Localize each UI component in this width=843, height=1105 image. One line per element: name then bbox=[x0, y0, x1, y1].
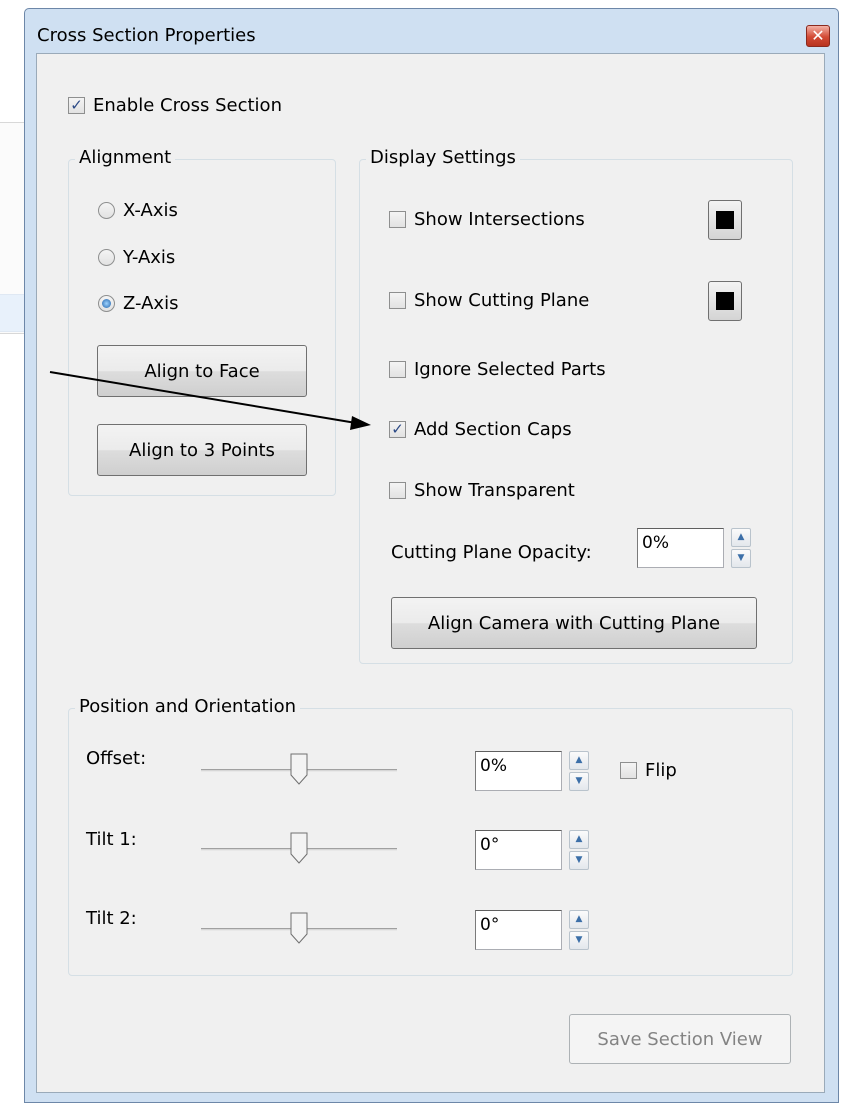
checkbox-icon bbox=[620, 762, 637, 779]
enable-cross-section-label: Enable Cross Section bbox=[93, 95, 282, 116]
align-camera-button[interactable]: Align Camera with Cutting Plane bbox=[391, 597, 757, 649]
radio-selected-icon bbox=[98, 295, 115, 312]
spin-up-icon[interactable]: ▲ bbox=[569, 830, 589, 849]
offset-input[interactable]: 0% bbox=[475, 751, 562, 791]
radio-icon bbox=[98, 202, 115, 219]
close-icon[interactable]: ✕ bbox=[806, 25, 830, 47]
cutting-plane-color-button[interactable] bbox=[708, 281, 742, 321]
save-section-view-button[interactable]: Save Section View bbox=[569, 1014, 791, 1064]
cutting-plane-opacity-input[interactable]: 0% bbox=[637, 528, 724, 568]
align-to-3-points-button[interactable]: Align to 3 Points bbox=[97, 424, 307, 476]
add-section-caps-label: Add Section Caps bbox=[414, 419, 572, 440]
show-transparent-label: Show Transparent bbox=[414, 480, 575, 501]
offset-spinner[interactable]: ▲ ▼ bbox=[569, 751, 589, 791]
position-orientation-legend: Position and Orientation bbox=[75, 696, 301, 717]
cross-section-dialog: Cross Section Properties ✕ ✓ Enable Cros… bbox=[24, 8, 839, 1103]
spin-up-icon[interactable]: ▲ bbox=[569, 910, 589, 929]
checkbox-icon bbox=[389, 292, 406, 309]
dialog-title: Cross Section Properties bbox=[37, 25, 256, 46]
cutting-plane-opacity-label: Cutting Plane Opacity: bbox=[391, 542, 592, 563]
checkbox-icon bbox=[389, 482, 406, 499]
show-cutting-plane-checkbox[interactable]: Show Cutting Plane bbox=[389, 290, 589, 311]
x-axis-label: X-Axis bbox=[123, 200, 178, 221]
x-axis-radio[interactable]: X-Axis bbox=[98, 200, 178, 221]
spin-down-icon[interactable]: ▼ bbox=[569, 772, 589, 791]
flip-label: Flip bbox=[645, 760, 677, 781]
ignore-selected-parts-label: Ignore Selected Parts bbox=[414, 359, 606, 380]
z-axis-radio[interactable]: Z-Axis bbox=[98, 293, 178, 314]
y-axis-radio[interactable]: Y-Axis bbox=[98, 247, 175, 268]
alignment-group: Alignment X-Axis Y-Axis Z-Axis Align to … bbox=[68, 147, 336, 496]
tilt1-label: Tilt 1: bbox=[86, 829, 137, 850]
tilt1-input[interactable]: 0° bbox=[475, 830, 562, 870]
tilt1-slider-thumb[interactable] bbox=[290, 832, 308, 864]
ignore-selected-parts-checkbox[interactable]: Ignore Selected Parts bbox=[389, 359, 606, 380]
show-cutting-plane-label: Show Cutting Plane bbox=[414, 290, 590, 311]
tilt2-slider-thumb[interactable] bbox=[290, 912, 308, 944]
display-settings-legend: Display Settings bbox=[366, 147, 520, 168]
check-icon: ✓ bbox=[389, 421, 406, 438]
align-to-face-button[interactable]: Align to Face bbox=[97, 345, 307, 397]
dialog-client-area: ✓ Enable Cross Section Alignment X-Axis … bbox=[36, 53, 825, 1093]
spin-down-icon[interactable]: ▼ bbox=[731, 549, 751, 568]
tilt1-spinner[interactable]: ▲ ▼ bbox=[569, 830, 589, 870]
show-intersections-label: Show Intersections bbox=[414, 209, 585, 230]
show-transparent-checkbox[interactable]: Show Transparent bbox=[389, 480, 575, 501]
checkbox-icon bbox=[389, 211, 406, 228]
y-axis-label: Y-Axis bbox=[123, 247, 176, 268]
show-intersections-checkbox[interactable]: Show Intersections bbox=[389, 209, 585, 230]
position-orientation-group: Position and Orientation Offset: 0% ▲ ▼ … bbox=[68, 696, 793, 976]
check-icon: ✓ bbox=[68, 97, 85, 114]
display-settings-group: Display Settings Show Intersections Show… bbox=[359, 147, 793, 664]
tilt2-spinner[interactable]: ▲ ▼ bbox=[569, 910, 589, 950]
checkbox-icon bbox=[389, 361, 406, 378]
offset-slider-thumb[interactable] bbox=[290, 753, 308, 785]
intersection-color-button[interactable] bbox=[708, 200, 742, 240]
flip-checkbox[interactable]: Flip bbox=[620, 760, 677, 781]
z-axis-label: Z-Axis bbox=[123, 293, 179, 314]
color-swatch-icon bbox=[716, 292, 734, 310]
enable-cross-section-checkbox[interactable]: ✓ Enable Cross Section bbox=[68, 95, 282, 116]
radio-icon bbox=[98, 249, 115, 266]
tilt2-label: Tilt 2: bbox=[86, 908, 137, 929]
spin-up-icon[interactable]: ▲ bbox=[731, 528, 751, 547]
color-swatch-icon bbox=[716, 211, 734, 229]
spin-down-icon[interactable]: ▼ bbox=[569, 851, 589, 870]
offset-label: Offset: bbox=[86, 748, 147, 769]
add-section-caps-checkbox[interactable]: ✓ Add Section Caps bbox=[389, 419, 572, 440]
tilt2-input[interactable]: 0° bbox=[475, 910, 562, 950]
alignment-legend: Alignment bbox=[75, 147, 176, 168]
spin-up-icon[interactable]: ▲ bbox=[569, 751, 589, 770]
opacity-spinner[interactable]: ▲ ▼ bbox=[731, 528, 751, 568]
spin-down-icon[interactable]: ▼ bbox=[569, 931, 589, 950]
